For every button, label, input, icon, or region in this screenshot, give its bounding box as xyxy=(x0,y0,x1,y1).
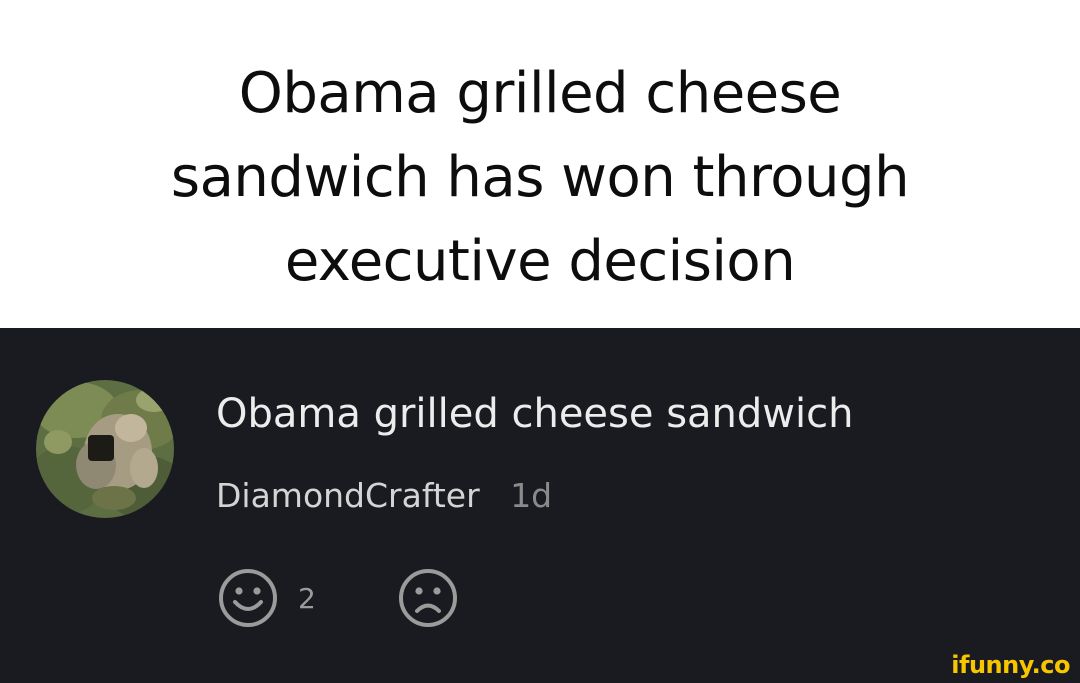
smile-button[interactable]: 2 xyxy=(216,566,316,630)
smile-count: 2 xyxy=(298,581,316,615)
caption-line-2: sandwich has won through xyxy=(170,145,910,210)
meme-page: Obama grilled cheese sandwich has won th… xyxy=(0,0,1080,683)
comment-meta: DiamondCrafter 1d xyxy=(216,474,552,518)
smile-icon xyxy=(219,569,277,627)
caption-text: Obama grilled cheese sandwich has won th… xyxy=(60,52,1020,304)
user-avatar[interactable] xyxy=(36,380,174,518)
caption-line-1: Obama grilled cheese xyxy=(238,61,842,126)
timestamp: 1d xyxy=(510,476,553,515)
username[interactable]: DiamondCrafter xyxy=(216,476,480,515)
comment-text: Obama grilled cheese sandwich xyxy=(216,391,854,437)
frown-button[interactable] xyxy=(396,566,460,630)
reactions-bar: 2 xyxy=(216,566,460,630)
ifunny-watermark: ifunny.co xyxy=(951,651,1070,679)
avatar-image xyxy=(36,380,174,518)
frown-icon xyxy=(398,569,457,627)
caption-line-3: executive decision xyxy=(284,229,796,294)
caption-area: Obama grilled cheese sandwich has won th… xyxy=(0,0,1080,328)
comment-card: Obama grilled cheese sandwich DiamondCra… xyxy=(0,328,1080,683)
